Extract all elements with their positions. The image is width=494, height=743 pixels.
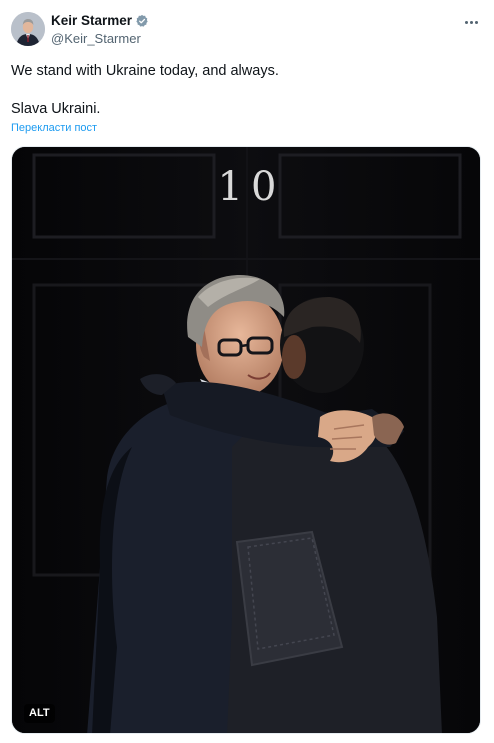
- avatar-portrait-icon: [11, 12, 45, 46]
- author-handle[interactable]: @Keir_Starmer: [51, 31, 141, 46]
- author-name-row: Keir Starmer: [51, 13, 149, 29]
- more-options-icon[interactable]: [460, 12, 482, 32]
- tweet-text-line-2: Slava Ukraini.: [11, 101, 101, 117]
- tweet-card: Keir Starmer @Keir_Starmer We stand with…: [0, 0, 494, 743]
- tweet-text-line-1: We stand with Ukraine today, and always.: [11, 63, 279, 79]
- alt-text-button[interactable]: ALT: [24, 704, 55, 723]
- translate-post-link[interactable]: Перекласти пост: [11, 122, 97, 135]
- author-avatar[interactable]: [11, 12, 45, 46]
- tweet-text: We stand with Ukraine today, and always.…: [11, 62, 481, 119]
- tweet-photo[interactable]: 10 ALT: [11, 146, 481, 734]
- more-dot: [474, 20, 478, 24]
- author-display-name[interactable]: Keir Starmer: [51, 13, 132, 29]
- photo-hug-image: [12, 147, 480, 733]
- more-dot: [469, 20, 473, 24]
- verified-badge-icon: [136, 14, 148, 27]
- door-number: 10: [217, 164, 285, 210]
- more-dot: [464, 20, 468, 24]
